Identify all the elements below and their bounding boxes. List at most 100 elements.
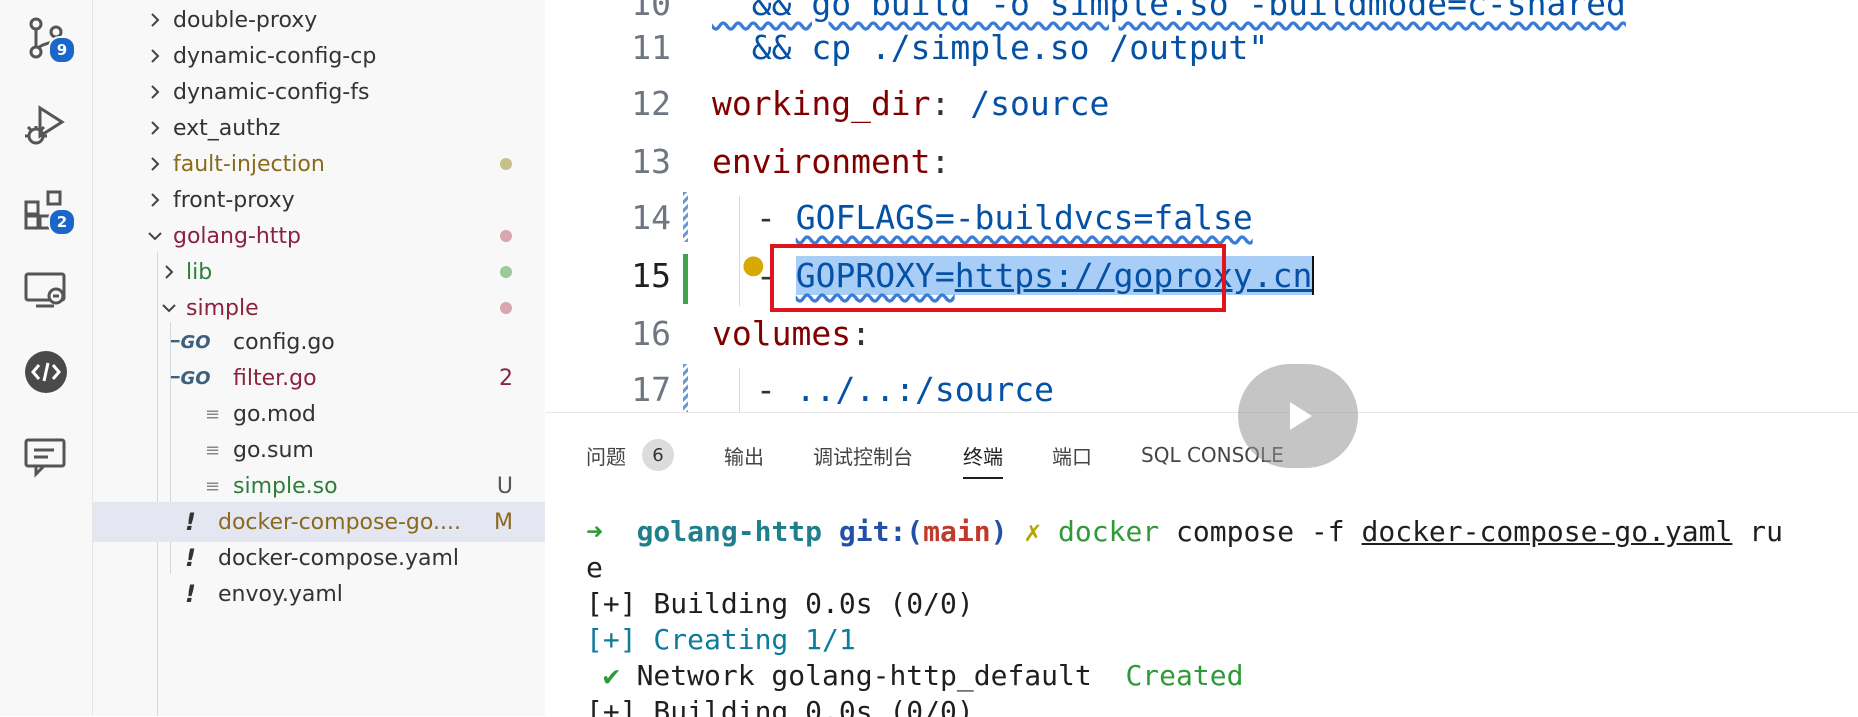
- line-number: 11: [631, 28, 671, 67]
- line-number: 17: [631, 370, 671, 409]
- text-file-icon: ≡: [205, 475, 221, 497]
- code-editor[interactable]: 10 && go build -o simple.so -buildmode=c…: [546, 0, 1858, 412]
- explorer-panel: double-proxy dynamic-config-cp dynamic-c…: [93, 0, 545, 716]
- tree-item-label: lib: [186, 259, 213, 285]
- activity-bar: 9 2: [0, 0, 93, 716]
- modified-dot: [500, 302, 512, 314]
- tree-item-label: envoy.yaml: [218, 581, 343, 607]
- tree-item-front-proxy[interactable]: front-proxy: [93, 180, 545, 220]
- chevron-right-icon: [145, 154, 165, 174]
- tree-item-go-mod[interactable]: ≡ go.mod: [93, 394, 545, 434]
- tree-item-lib[interactable]: lib: [93, 252, 545, 292]
- text-file-icon: ≡: [205, 403, 221, 425]
- tree-item-label: golang-http: [173, 223, 302, 249]
- tab-terminal[interactable]: 终端: [963, 433, 1003, 479]
- terminal-prompt-line: ➜ golang-http git:(main) ✗ docker compos…: [586, 515, 1783, 548]
- diff-added-marker: [683, 254, 688, 304]
- tree-item-label: double-proxy: [173, 7, 318, 33]
- tree-item-config-go[interactable]: ━ GO config.go: [93, 322, 545, 362]
- problems-count-badge: 6: [642, 439, 674, 471]
- terminal-line: e: [586, 551, 603, 584]
- chevron-right-icon: [159, 262, 179, 282]
- code-snippet-icon[interactable]: [18, 344, 74, 400]
- go-file-icon: ━ GO: [171, 367, 211, 389]
- untracked-status: U: [496, 473, 513, 499]
- tree-item-label: simple: [186, 295, 259, 321]
- indent-guide: [739, 196, 740, 306]
- code-line: environment:: [712, 142, 951, 181]
- tree-item-label: fault-injection: [173, 151, 325, 177]
- remote-explorer-icon[interactable]: [18, 262, 74, 318]
- tree-item-docker-compose-yaml[interactable]: ! docker-compose.yaml: [93, 538, 545, 578]
- tree-item-label: simple.so: [233, 473, 338, 499]
- terminal-line: [+] Building 0.0s (0/0): [586, 695, 974, 717]
- chevron-right-icon: [145, 118, 165, 138]
- terminal-line: [+] Building 0.0s (0/0): [586, 587, 974, 620]
- code-line: && cp ./simple.so /output": [712, 28, 1269, 67]
- tree-item-simple-so[interactable]: ≡ simple.so U: [93, 466, 545, 506]
- play-button[interactable]: [1238, 364, 1358, 468]
- modified-dot: [500, 230, 512, 242]
- tab-debug-console[interactable]: 调试控制台: [813, 433, 913, 477]
- tab-problems[interactable]: 问题 6: [586, 433, 674, 477]
- source-control-icon[interactable]: 9: [18, 10, 76, 66]
- yaml-file-icon: !: [185, 508, 196, 536]
- chat-icon[interactable]: [18, 428, 74, 484]
- code-line: - GOFLAGS=-buildvcs=false: [756, 198, 1253, 237]
- tab-output[interactable]: 输出: [724, 433, 764, 477]
- tree-item-envoy-yaml[interactable]: ! envoy.yaml: [93, 574, 545, 614]
- chevron-down-icon: [145, 226, 165, 246]
- tree-item-label: front-proxy: [173, 187, 295, 213]
- tree-item-label: go.mod: [233, 401, 316, 427]
- line-number: 15: [631, 256, 671, 295]
- tree-item-docker-compose-go[interactable]: ! docker-compose-go.... M: [93, 502, 545, 542]
- chevron-right-icon: [145, 82, 165, 102]
- tree-item-label: dynamic-config-fs: [173, 79, 370, 105]
- tree-item-filter-go[interactable]: ━ GO filter.go 2: [93, 358, 545, 398]
- line-number: 10: [631, 0, 671, 23]
- added-dot: [500, 266, 512, 278]
- code-line: && go build -o simple.so -buildmode=c-sh…: [712, 0, 1626, 23]
- tree-item-double-proxy[interactable]: double-proxy: [93, 0, 545, 40]
- tree-item-label: docker-compose.yaml: [218, 545, 460, 571]
- indent-guide: [739, 368, 740, 412]
- tree-item-golang-http[interactable]: golang-http: [93, 216, 545, 256]
- chevron-right-icon: [145, 46, 165, 66]
- terminal-line: ✔ Network golang-http_default Created: [586, 659, 1244, 692]
- tree-item-label: docker-compose-go....: [218, 509, 461, 535]
- chevron-down-icon: [159, 298, 179, 318]
- tree-item-label: config.go: [233, 329, 335, 355]
- tree-item-ext-authz[interactable]: ext_authz: [93, 108, 545, 148]
- run-debug-icon[interactable]: [18, 96, 74, 152]
- code-line: volumes:: [712, 314, 871, 353]
- modified-status: M: [494, 509, 513, 535]
- chevron-right-icon: [145, 10, 165, 30]
- bottom-panel: 问题 6 输出 调试控制台 终端 端口 SQL CONSOLE ➜ golang-…: [546, 412, 1858, 717]
- tree-item-label: dynamic-config-cp: [173, 43, 377, 69]
- tree-item-label: filter.go: [233, 365, 317, 391]
- diff-modified-marker: [683, 192, 688, 242]
- tree-item-label: go.sum: [233, 437, 314, 463]
- code-line: - ../..:/source: [756, 370, 1055, 409]
- play-icon: [1290, 402, 1312, 430]
- highlight-annotation-box: [770, 244, 1226, 312]
- extensions-badge: 2: [48, 208, 76, 236]
- tree-item-go-sum[interactable]: ≡ go.sum: [93, 430, 545, 470]
- tab-ports[interactable]: 端口: [1052, 433, 1092, 477]
- problem-count: 2: [499, 365, 513, 391]
- line-number: 13: [631, 142, 671, 181]
- chevron-right-icon: [145, 190, 165, 210]
- tree-item-fault-injection[interactable]: fault-injection: [93, 144, 545, 184]
- go-file-icon: ━ GO: [171, 331, 211, 353]
- tree-item-label: ext_authz: [173, 115, 281, 141]
- terminal-line: [+] Creating 1/1: [586, 623, 856, 656]
- line-number: 14: [631, 198, 671, 237]
- line-number: 12: [631, 84, 671, 123]
- code-line: working_dir: /source: [712, 84, 1110, 123]
- extensions-icon[interactable]: 2: [18, 182, 76, 238]
- source-control-badge: 9: [48, 36, 76, 64]
- tree-item-dynamic-config-fs[interactable]: dynamic-config-fs: [93, 72, 545, 112]
- tree-item-dynamic-config-cp[interactable]: dynamic-config-cp: [93, 36, 545, 76]
- diff-modified-marker: [683, 364, 688, 412]
- yaml-file-icon: !: [185, 544, 196, 572]
